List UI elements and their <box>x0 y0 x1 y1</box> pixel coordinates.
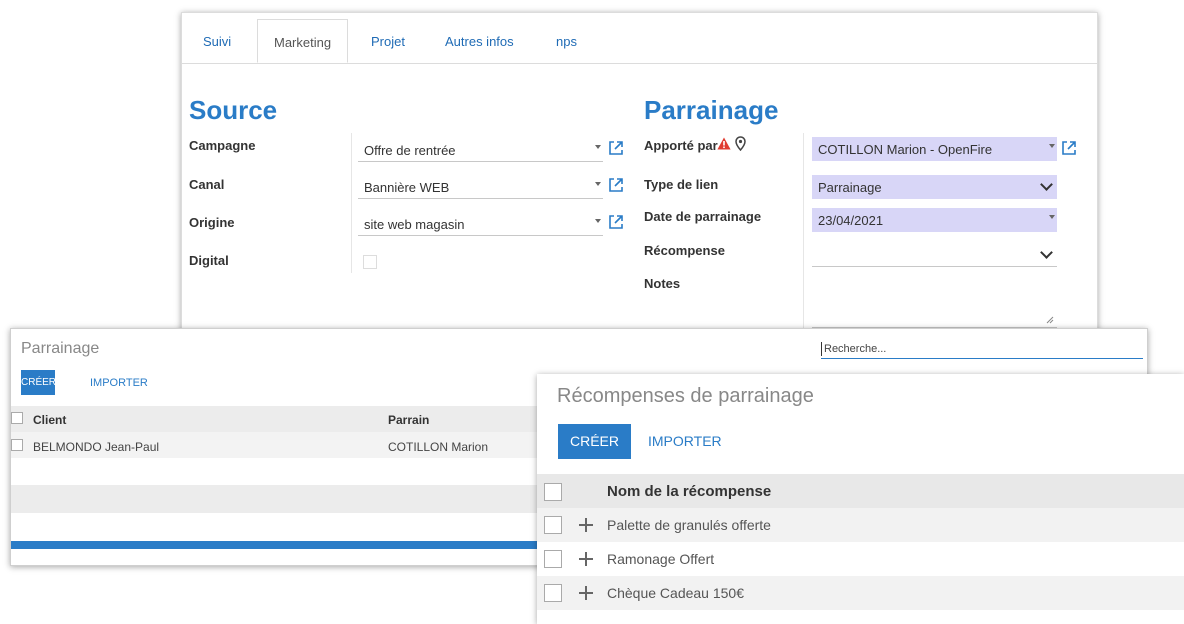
type-lien-select[interactable]: Parrainage <box>812 175 1057 199</box>
tab-marketing[interactable]: Marketing <box>257 19 349 63</box>
rewards-table-header: Nom de la récompense <box>537 474 1184 508</box>
column-header-client[interactable]: Client <box>33 413 66 427</box>
digital-checkbox[interactable] <box>363 255 377 269</box>
external-link-icon[interactable] <box>608 177 624 193</box>
drag-handle-icon[interactable] <box>579 518 593 532</box>
rewards-title: Récompenses de parrainage <box>557 385 814 407</box>
external-link-icon[interactable] <box>1061 140 1077 156</box>
reward-name: Chèque Cadeau 150€ <box>607 585 745 601</box>
type-lien-label: Type de lien <box>644 177 719 192</box>
chevron-down-icon <box>1040 178 1053 191</box>
reward-name: Ramonage Offert <box>607 551 715 567</box>
parrain-cell: COTILLON Marion <box>388 440 489 454</box>
list-item[interactable]: Palette de granulés offerte <box>537 508 1184 542</box>
client-cell: BELMONDO Jean-Paul <box>33 440 160 454</box>
canal-label: Canal <box>189 177 225 192</box>
drag-handle-icon[interactable] <box>579 586 593 600</box>
tab-autres-infos[interactable]: Autres infos <box>445 34 514 49</box>
recompense-select[interactable] <box>812 243 1057 267</box>
map-pin-icon[interactable] <box>735 136 746 151</box>
search-placeholder: Recherche... <box>824 343 887 355</box>
parrainage-heading: Parrainage <box>644 95 779 125</box>
external-link-icon[interactable] <box>608 140 624 156</box>
campagne-label: Campagne <box>189 138 256 153</box>
create-button[interactable]: CRÉER <box>21 370 56 395</box>
caret-down-icon <box>595 145 601 149</box>
list-title: Parrainage <box>21 340 100 357</box>
canal-select[interactable]: Bannière WEB <box>358 175 603 199</box>
external-link-icon[interactable] <box>608 214 624 230</box>
date-parrainage-value: 23/04/2021 <box>818 213 884 228</box>
rewards-panel: Récompenses de parrainage CRÉER IMPORTER… <box>537 374 1184 624</box>
origine-value: site web magasin <box>364 217 465 232</box>
date-parrainage-field[interactable]: 23/04/2021 <box>812 208 1057 232</box>
digital-label: Digital <box>189 253 229 268</box>
row-checkbox[interactable] <box>544 584 562 602</box>
source-heading: Source <box>189 95 278 125</box>
notes-textarea[interactable] <box>812 281 1057 328</box>
column-header-reward-name[interactable]: Nom de la récompense <box>607 483 771 500</box>
resize-handle-icon[interactable] <box>1046 316 1054 324</box>
tab-nps[interactable]: nps <box>556 34 577 49</box>
apporte-value: COTILLON Marion - OpenFire <box>818 142 993 157</box>
notes-label: Notes <box>644 276 681 291</box>
parrainage-divider <box>803 133 804 333</box>
caret-down-icon <box>1049 144 1055 148</box>
import-link[interactable]: IMPORTER <box>90 377 148 389</box>
origine-select[interactable]: site web magasin <box>358 212 603 236</box>
caret-down-icon <box>1049 215 1055 219</box>
date-parrainage-label: Date de parrainage <box>644 209 762 224</box>
campagne-select[interactable]: Offre de rentrée <box>358 138 603 162</box>
select-all-checkbox[interactable] <box>11 412 23 424</box>
form-tabs: Suivi Marketing Projet Autres infos nps <box>182 13 1097 64</box>
search-input[interactable]: Recherche... <box>821 340 1143 359</box>
chevron-down-icon <box>1040 246 1053 259</box>
warning-icon <box>717 137 731 150</box>
list-item[interactable]: Chèque Cadeau 150€ <box>537 576 1184 610</box>
select-all-checkbox[interactable] <box>544 483 562 501</box>
reward-name: Palette de granulés offerte <box>607 517 771 533</box>
recompense-label: Récompense <box>644 243 725 258</box>
column-header-parrain[interactable]: Parrain <box>388 413 429 427</box>
list-item[interactable]: Ramonage Offert <box>537 542 1184 576</box>
caret-down-icon <box>595 182 601 186</box>
row-checkbox[interactable] <box>544 550 562 568</box>
apporte-par-select[interactable]: COTILLON Marion - OpenFire <box>812 137 1057 161</box>
tab-projet[interactable]: Projet <box>371 34 405 49</box>
canal-value: Bannière WEB <box>364 180 450 195</box>
caret-down-icon <box>595 219 601 223</box>
apporte-label: Apporté par <box>644 138 718 153</box>
source-divider <box>351 133 352 273</box>
tab-suivi[interactable]: Suivi <box>203 34 231 49</box>
rewards-import-link[interactable]: IMPORTER <box>648 433 722 449</box>
drag-handle-icon[interactable] <box>579 552 593 566</box>
row-checkbox[interactable] <box>544 516 562 534</box>
type-lien-value: Parrainage <box>818 180 882 195</box>
origine-label: Origine <box>189 215 235 230</box>
row-checkbox[interactable] <box>11 439 23 451</box>
rewards-create-button[interactable]: CRÉER <box>558 424 631 459</box>
partner-form-panel: Suivi Marketing Projet Autres infos nps … <box>181 12 1098 334</box>
campagne-value: Offre de rentrée <box>364 143 456 158</box>
